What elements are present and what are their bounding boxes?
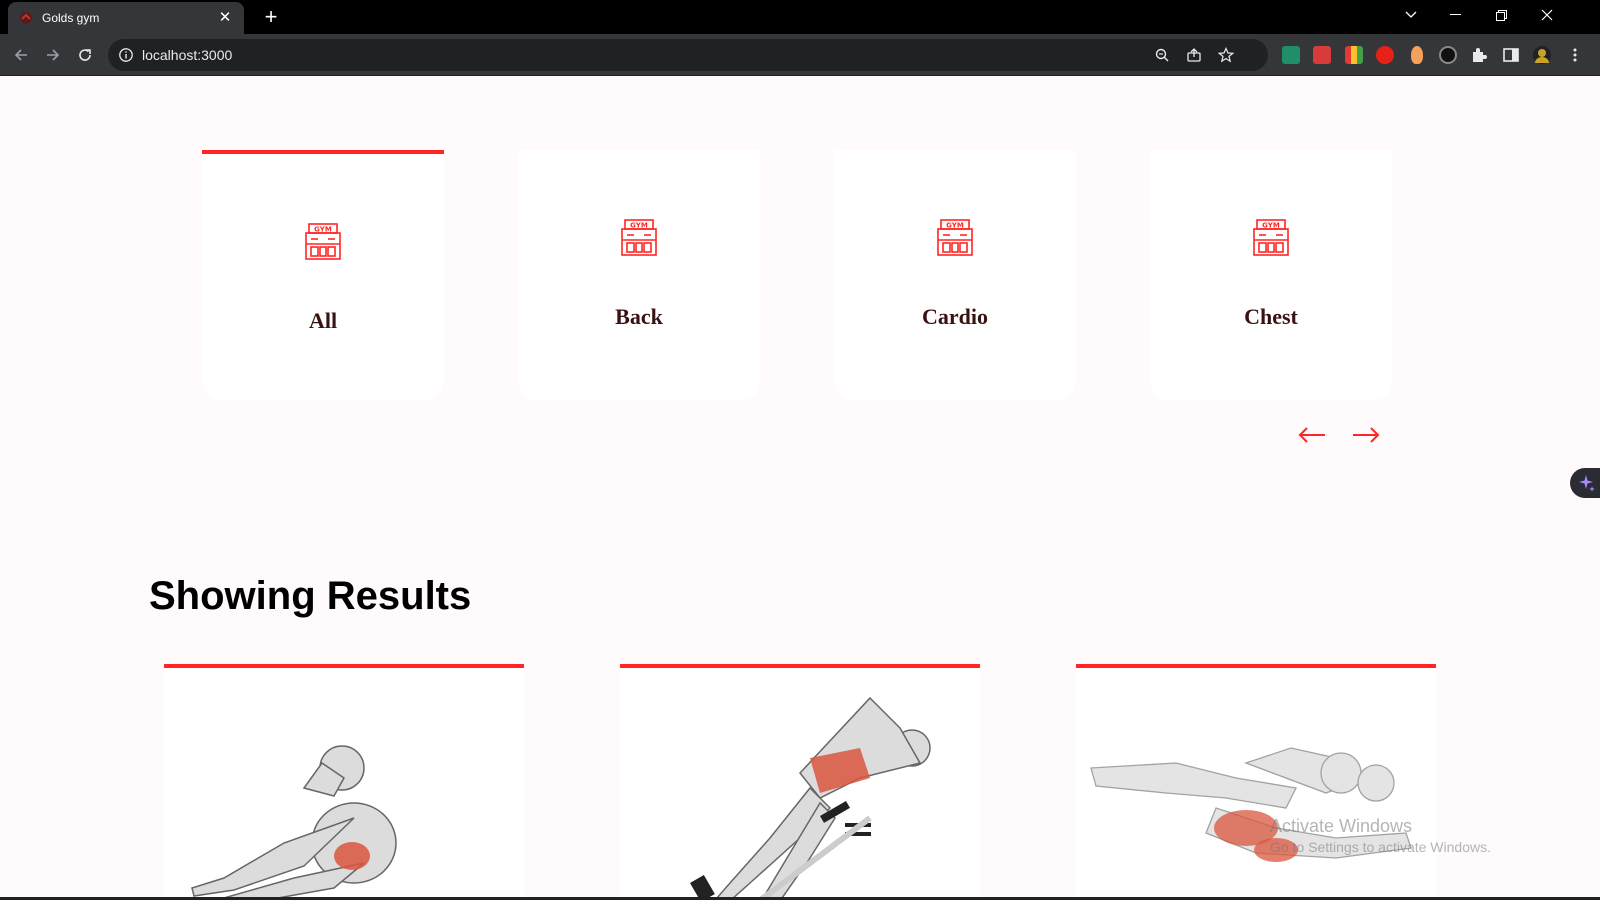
extension-puzzle-red-icon[interactable] [1313, 46, 1331, 64]
exercise-crunch-image [191, 745, 397, 900]
browser-toolbar: localhost:3000 [0, 34, 1600, 76]
gym-icon: GYM [1251, 218, 1291, 258]
zoom-icon[interactable] [1154, 47, 1170, 63]
svg-text:GYM: GYM [314, 226, 332, 234]
extension-mail-icon[interactable] [1282, 46, 1300, 64]
forward-icon[interactable] [40, 42, 66, 68]
url-text: localhost:3000 [142, 47, 233, 63]
page-content: GYM All GYM Back GYM Cardio GYM Chest Sh… [0, 76, 1600, 900]
results-title: Showing Results [149, 574, 472, 618]
gym-icon: GYM [935, 218, 975, 258]
exercise-bicycle-crunch-image [1090, 747, 1412, 862]
extension-capsule-icon[interactable] [1411, 46, 1423, 64]
side-panel-icon[interactable] [1502, 46, 1520, 64]
reload-icon[interactable] [72, 42, 98, 68]
close-window-button[interactable] [1524, 0, 1570, 30]
restore-button[interactable] [1478, 0, 1524, 30]
exercise-card[interactable] [1076, 664, 1436, 900]
profile-avatar[interactable] [1533, 46, 1551, 64]
arrow-left-icon[interactable] [1294, 420, 1330, 450]
browser-tab[interactable]: Golds gym ✕ [8, 2, 244, 34]
category-card-cardio[interactable]: GYM Cardio [834, 150, 1076, 400]
watermark-line2: Go to Settings to activate Windows. [1270, 839, 1491, 855]
exercise-decline-situp-image [690, 696, 931, 900]
activate-windows-watermark: Activate Windows Go to Settings to activ… [1270, 816, 1491, 855]
share-icon[interactable] [1186, 47, 1202, 63]
category-card-chest[interactable]: GYM Chest [1150, 150, 1392, 400]
assistant-sparkle-button[interactable] [1570, 468, 1600, 498]
extensions-puzzle-icon[interactable] [1470, 46, 1488, 64]
category-label: Back [615, 304, 663, 329]
extension-dark-mode-icon[interactable] [1439, 46, 1457, 64]
category-card-all[interactable]: GYM All [202, 150, 444, 400]
category-label: Chest [1244, 304, 1298, 329]
gym-icon: GYM [619, 218, 659, 258]
svg-text:GYM: GYM [1262, 222, 1280, 230]
gym-icon: GYM [303, 222, 343, 262]
gym-favicon-icon [18, 10, 34, 26]
extension-record-icon[interactable] [1376, 46, 1394, 64]
arrow-right-icon[interactable] [1348, 420, 1384, 450]
category-label: Cardio [922, 304, 988, 329]
bookmark-star-icon[interactable] [1217, 47, 1235, 63]
exercise-card[interactable] [164, 664, 524, 900]
watermark-line1: Activate Windows [1270, 816, 1413, 836]
category-card-back[interactable]: GYM Back [518, 150, 760, 400]
back-icon[interactable] [8, 42, 34, 68]
site-info-icon[interactable] [118, 47, 134, 63]
address-bar[interactable]: localhost:3000 [108, 39, 1268, 71]
exercise-card[interactable] [620, 664, 980, 900]
browser-tabstrip: Golds gym ✕ + [0, 0, 1600, 34]
tab-title: Golds gym [42, 11, 100, 25]
tab-close-icon[interactable]: ✕ [216, 9, 234, 27]
svg-text:GYM: GYM [946, 222, 964, 230]
tab-search-icon[interactable] [1388, 0, 1434, 30]
svg-text:GYM: GYM [630, 222, 648, 230]
minimize-button[interactable] [1432, 0, 1478, 30]
extension-colors-icon[interactable] [1345, 46, 1363, 64]
new-tab-button[interactable]: + [258, 4, 284, 30]
sparkle-icon [1579, 475, 1595, 492]
category-label: All [308, 308, 338, 333]
browser-menu-icon[interactable] [1566, 46, 1584, 64]
